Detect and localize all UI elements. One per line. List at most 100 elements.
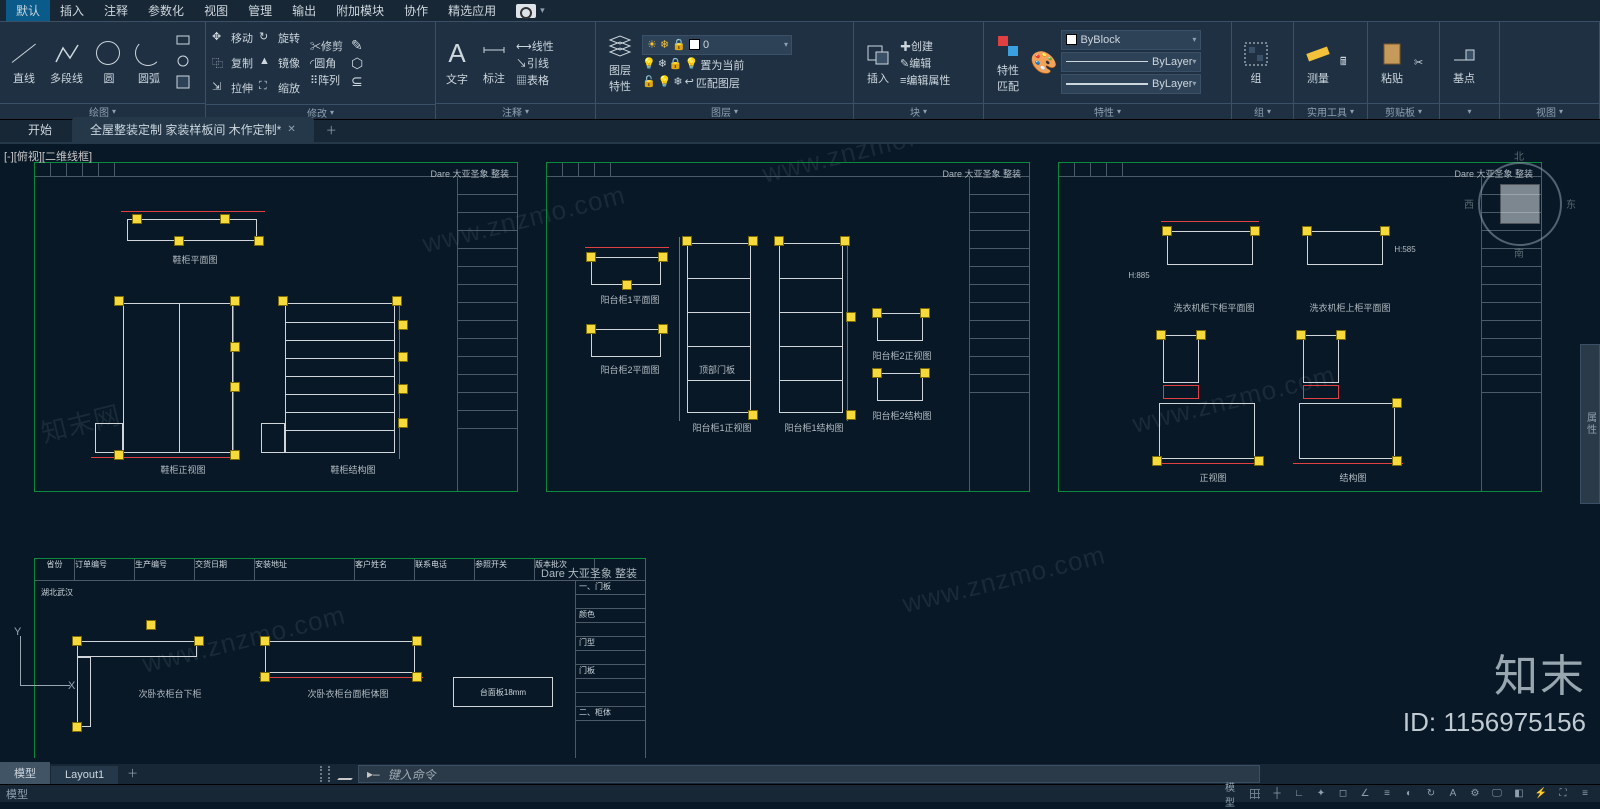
block-create[interactable]: ✚创建 — [900, 38, 950, 54]
status-snap[interactable]: ┼ — [1268, 787, 1286, 801]
tool-stretch[interactable]: ⇲拉伸 — [212, 76, 253, 100]
command-input[interactable]: ▸–键入命令 — [358, 765, 1260, 783]
status-ortho[interactable]: ∟ — [1290, 787, 1308, 801]
drawing-canvas[interactable]: [-][俯视][二维线框] 知末网 www.znzmo.com www.znzm… — [0, 144, 1600, 764]
menu-annotate[interactable]: 注释 — [94, 0, 138, 21]
furniture[interactable] — [285, 303, 395, 453]
menu-featured[interactable]: 精选应用 — [438, 0, 506, 21]
menu-manage[interactable]: 管理 — [238, 0, 282, 21]
tool-table[interactable]: ▦表格 — [516, 72, 554, 88]
tool-rectangle[interactable] — [175, 32, 191, 51]
furniture[interactable] — [123, 303, 233, 453]
tab-model[interactable]: 模型 — [0, 762, 50, 784]
camera-icon[interactable] — [516, 4, 536, 18]
view-cube[interactable]: 西 东 北 南 — [1478, 162, 1562, 246]
tab-start[interactable]: 开始 — [10, 117, 70, 142]
status-transparency[interactable]: ◐ — [1400, 787, 1418, 801]
tool-trim[interactable]: ✂修剪 — [310, 38, 343, 54]
status-lwt[interactable]: ≡ — [1378, 787, 1396, 801]
tool-hatch[interactable] — [175, 53, 191, 72]
color-wheel-icon[interactable]: 🎨 — [1030, 50, 1057, 76]
tool-fillet[interactable]: ◜圆角 — [310, 55, 343, 71]
layer-thaw[interactable]: ❄ — [673, 75, 682, 91]
tool-basepoint[interactable]: 基点 — [1446, 40, 1482, 86]
tool-calc[interactable]: 🖩 — [1340, 53, 1347, 72]
status-otrack[interactable]: ∠ — [1356, 787, 1374, 801]
status-grid[interactable] — [1246, 787, 1264, 801]
block-edit[interactable]: ✎编辑 — [900, 55, 950, 71]
tool-layer-properties[interactable]: 图层 特性 — [602, 32, 638, 94]
menu-addins[interactable]: 附加模块 — [326, 0, 394, 21]
tab-layout1[interactable]: Layout1 — [51, 766, 118, 784]
tool-leader[interactable]: ↘引线 — [516, 55, 554, 71]
tool-move[interactable]: ✥移动 — [212, 26, 253, 50]
viewport-label[interactable]: [-][俯视][二维线框] — [4, 148, 92, 164]
layer-off[interactable]: 💡 — [685, 57, 699, 73]
tool-linear-dim[interactable]: ⟷线性 — [516, 38, 554, 54]
menu-insert[interactable]: 插入 — [50, 0, 94, 21]
tab-document[interactable]: 全屋整装定制 家装样板间 木作定制*✕ — [72, 117, 314, 142]
status-annoscale[interactable]: A — [1444, 787, 1462, 801]
status-workspace[interactable]: ⚙ — [1466, 787, 1484, 801]
tool-more-draw[interactable] — [175, 74, 191, 93]
status-osnap[interactable]: ◻ — [1334, 787, 1352, 801]
sheet-4[interactable]: 省份 订单编号 生产编号 交货日期 安装地址 客户姓名 联系电话 参照开关 版本… — [34, 558, 646, 758]
tool-dimension[interactable]: 标注 — [476, 40, 512, 86]
tool-cut[interactable]: ✂ — [1414, 56, 1423, 69]
tool-line[interactable]: 直线 — [6, 40, 42, 86]
layer-iso[interactable]: 💡 — [642, 57, 656, 73]
block-attr-edit[interactable]: ≡编辑属性 — [900, 72, 950, 88]
tool-arc[interactable]: 圆弧 — [131, 40, 167, 86]
menu-view[interactable]: 视图 — [194, 0, 238, 21]
layer-lock[interactable]: 🔒 — [669, 57, 683, 73]
status-model[interactable]: 模型 — [1224, 787, 1242, 801]
status-polar[interactable]: ✦ — [1312, 787, 1330, 801]
tab-new[interactable]: ＋ — [316, 118, 347, 142]
status-isolate[interactable]: ◧ — [1510, 787, 1528, 801]
layer-match[interactable]: 匹配图层 — [696, 75, 740, 91]
layer-on[interactable]: 💡 — [658, 75, 672, 91]
tool-insert-block[interactable]: 插入 — [860, 40, 896, 86]
tool-rotate[interactable]: ↻旋转 — [259, 26, 300, 50]
tool-circle[interactable]: 圆 — [91, 40, 127, 86]
layer-unlock[interactable]: 🔓 — [642, 75, 656, 91]
tool-offset[interactable]: ⊆ — [351, 73, 363, 90]
prop-lineweight-combo[interactable]: ByLayer▾ — [1061, 74, 1201, 94]
menu-overflow-icon[interactable]: ▾ — [540, 5, 545, 16]
tool-scale[interactable]: ⛶缩放 — [259, 76, 300, 100]
command-drag-handle[interactable] — [320, 766, 330, 782]
furniture[interactable] — [127, 219, 257, 241]
status-monitor[interactable]: 🖵 — [1488, 787, 1506, 801]
prop-color-combo[interactable]: ByBlock▾ — [1061, 30, 1201, 50]
status-hardware[interactable]: ⚡ — [1532, 787, 1550, 801]
menu-collab[interactable]: 协作 — [394, 0, 438, 21]
status-cycle[interactable]: ↻ — [1422, 787, 1440, 801]
status-custom[interactable]: ≡ — [1576, 787, 1594, 801]
sheet-3[interactable]: Dare 大亚圣象 整装 H:885 洗衣机柜下柜平面图 H:585 洗衣机柜上… — [1058, 162, 1542, 492]
sheet-2[interactable]: Dare 大亚圣象 整装 阳台柜1平面图 阳台柜2平面图 顶部门板 阳台柜1正视… — [546, 162, 1030, 492]
layer-freeze[interactable]: ❄ — [658, 57, 667, 73]
menu-default[interactable]: 默认 — [6, 0, 50, 21]
tool-erase[interactable]: ✎ — [351, 37, 363, 54]
layer-make-current[interactable]: 置为当前 — [700, 57, 744, 73]
sheet-1[interactable]: Dare 大亚圣象 整装 鞋柜平面图 鞋柜正视图 鞋柜结构图 — [34, 162, 518, 492]
properties-palette-tab[interactable]: 属性 — [1580, 344, 1600, 504]
tab-add-layout[interactable]: ＋ — [119, 762, 146, 784]
menu-output[interactable]: 输出 — [282, 0, 326, 21]
tool-array[interactable]: ⠿阵列 — [310, 72, 343, 88]
tool-group[interactable]: 组 — [1238, 40, 1274, 86]
tool-explode[interactable]: ⬡ — [351, 55, 363, 72]
tool-text[interactable]: A文字 — [442, 38, 472, 87]
prop-linetype-combo[interactable]: ByLayer▾ — [1061, 52, 1201, 72]
close-icon[interactable]: ✕ — [287, 124, 295, 135]
tool-polyline[interactable]: 多段线 — [46, 40, 87, 86]
status-clean[interactable]: ⛶ — [1554, 787, 1572, 801]
layer-prev[interactable]: ↩ — [685, 75, 694, 91]
tool-measure[interactable]: 测量 — [1300, 40, 1336, 86]
tool-match-props[interactable]: 特性 匹配 — [990, 32, 1026, 94]
layer-combo[interactable]: ☀ ❄ 🔒 0▾ — [642, 35, 792, 55]
tool-copy[interactable]: ⿻复制 — [212, 51, 253, 75]
menu-parametric[interactable]: 参数化 — [138, 0, 194, 21]
tool-paste[interactable]: 粘贴 — [1374, 40, 1410, 86]
tool-mirror[interactable]: ▲镜像 — [259, 51, 300, 75]
